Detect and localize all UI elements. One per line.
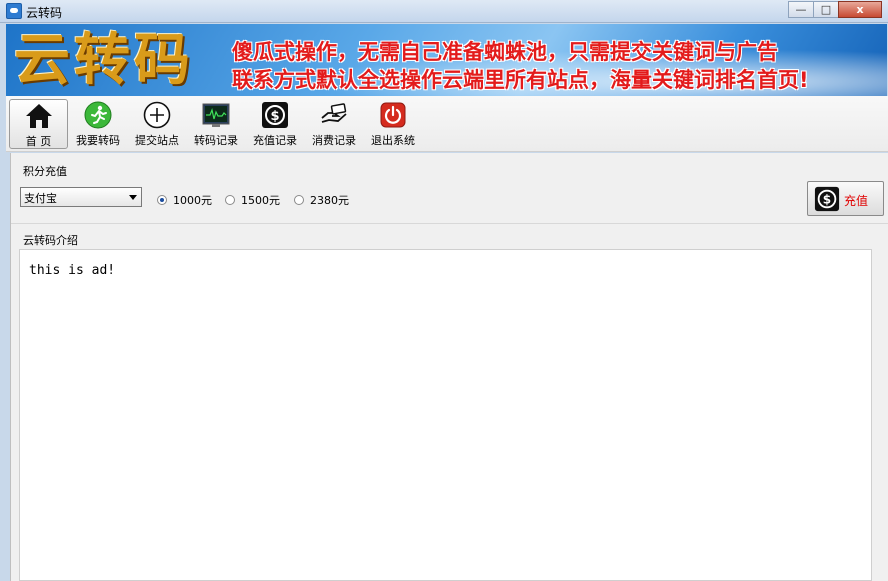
toolbar-exit-label: 退出系统 — [371, 134, 415, 147]
toolbar-consumption-records[interactable]: 消费记录 — [308, 99, 360, 149]
svg-text:$: $ — [823, 193, 831, 207]
toolbar-transcode[interactable]: 我要转码 — [72, 99, 124, 149]
home-icon — [25, 102, 53, 130]
payment-method-select[interactable]: 支付宝 — [20, 187, 142, 207]
running-man-icon — [84, 101, 112, 129]
main-toolbar: 首 页 我要转码 提交站点 转码记录 $ 充值记录 消费记录 退出系统 — [6, 96, 888, 152]
maximize-button[interactable]: □ — [813, 1, 839, 18]
banner-text-line-2: 联系方式默认全选操作云端里所有站点，海量关键词排名首页! — [232, 68, 809, 92]
amount-option-1500[interactable]: 1500元 — [225, 192, 280, 208]
title-bar: 云转码 — □ x — [0, 0, 888, 23]
toolbar-recharge-records-label: 充值记录 — [253, 134, 297, 147]
cloud-app-icon — [6, 3, 22, 19]
banner-text-line-1: 傻瓜式操作，无需自己准备蜘蛛池，只需提交关键词与广告 — [232, 40, 778, 64]
toolbar-submit-site-label: 提交站点 — [135, 134, 179, 147]
dollar-icon: $ — [814, 186, 840, 212]
dollar-icon: $ — [261, 101, 289, 129]
amount-option-label: 2380元 — [310, 194, 349, 207]
power-icon — [379, 101, 407, 129]
window-title: 云转码 — [26, 6, 63, 20]
payment-method-value: 支付宝 — [24, 192, 57, 205]
amount-option-1000[interactable]: 1000元 — [157, 192, 212, 208]
main-panel: 积分充值 支付宝 1000元 1500元 2380元 $ 充值 云转码介绍 th… — [10, 153, 888, 581]
section-divider — [11, 223, 888, 224]
svg-text:$: $ — [270, 109, 279, 124]
toolbar-transcode-label: 我要转码 — [76, 134, 120, 147]
intro-content: this is ad! — [29, 263, 116, 278]
recharge-group-title: 积分充值 — [23, 165, 67, 178]
toolbar-consumption-records-label: 消费记录 — [312, 134, 356, 147]
minimize-icon: — — [795, 3, 807, 16]
radio-icon-selected — [157, 195, 167, 205]
window-controls: — □ x — [788, 1, 882, 18]
toolbar-home[interactable]: 首 页 — [9, 99, 68, 149]
amount-option-label: 1000元 — [173, 194, 212, 207]
toolbar-recharge-records[interactable]: $ 充值记录 — [249, 99, 301, 149]
radio-icon — [294, 195, 304, 205]
chevron-down-icon — [129, 195, 137, 200]
close-button[interactable]: x — [838, 1, 882, 18]
intro-group-title: 云转码介绍 — [23, 234, 78, 247]
plus-circle-icon — [143, 101, 171, 129]
toolbar-transcode-records[interactable]: 转码记录 — [190, 99, 242, 149]
amount-option-2380[interactable]: 2380元 — [294, 192, 349, 208]
maximize-icon: □ — [820, 3, 832, 16]
ad-banner: 云转码 傻瓜式操作，无需自己准备蜘蛛池，只需提交关键词与广告 联系方式默认全选操… — [6, 24, 887, 96]
toolbar-exit[interactable]: 退出系统 — [367, 99, 419, 149]
radio-icon — [225, 195, 235, 205]
monitor-chart-icon — [202, 101, 230, 129]
toolbar-home-label: 首 页 — [25, 135, 52, 148]
close-icon: x — [856, 3, 864, 16]
recharge-button[interactable]: $ 充值 — [807, 181, 884, 216]
intro-text-area[interactable]: this is ad! — [19, 249, 872, 581]
toolbar-submit-site[interactable]: 提交站点 — [131, 99, 183, 149]
amount-option-label: 1500元 — [241, 194, 280, 207]
minimize-button[interactable]: — — [788, 1, 814, 18]
hand-card-icon — [320, 101, 348, 129]
toolbar-transcode-records-label: 转码记录 — [194, 134, 238, 147]
banner-logo: 云转码 — [14, 27, 194, 93]
recharge-button-label: 充值 — [844, 194, 869, 208]
